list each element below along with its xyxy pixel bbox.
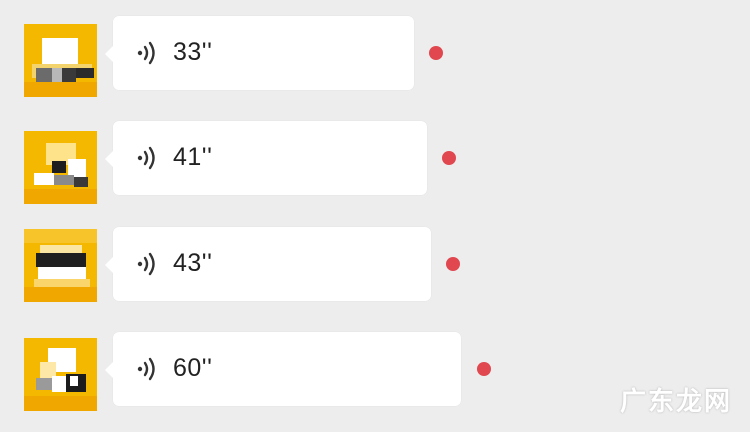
avatar[interactable] — [24, 338, 97, 411]
voice-message: 33'' — [0, 16, 750, 97]
voice-message: 41'' — [0, 121, 750, 204]
voice-bubble[interactable]: 41'' — [105, 121, 427, 195]
unread-dot — [446, 257, 460, 271]
voice-bubble[interactable]: 33'' — [105, 16, 414, 90]
voice-duration: 43'' — [173, 249, 213, 277]
voice-wave-icon — [137, 252, 155, 276]
unread-dot — [477, 362, 491, 376]
avatar[interactable] — [24, 131, 97, 204]
voice-duration: 33'' — [173, 38, 213, 66]
unread-dot — [442, 151, 456, 165]
voice-wave-icon — [137, 146, 155, 170]
avatar[interactable] — [24, 229, 97, 302]
voice-duration: 60'' — [173, 354, 213, 382]
voice-wave-icon — [137, 357, 155, 381]
unread-dot — [429, 46, 443, 60]
voice-duration: 41'' — [173, 143, 213, 171]
voice-bubble[interactable]: 60'' — [105, 332, 461, 406]
chat-thread: 33'' 41'' 43'' 60'' 广东龙网 — [0, 0, 750, 432]
voice-message: 43'' — [0, 227, 750, 302]
voice-bubble[interactable]: 43'' — [105, 227, 431, 301]
avatar[interactable] — [24, 24, 97, 97]
voice-wave-icon — [137, 41, 155, 65]
watermark: 广东龙网 — [619, 387, 732, 417]
